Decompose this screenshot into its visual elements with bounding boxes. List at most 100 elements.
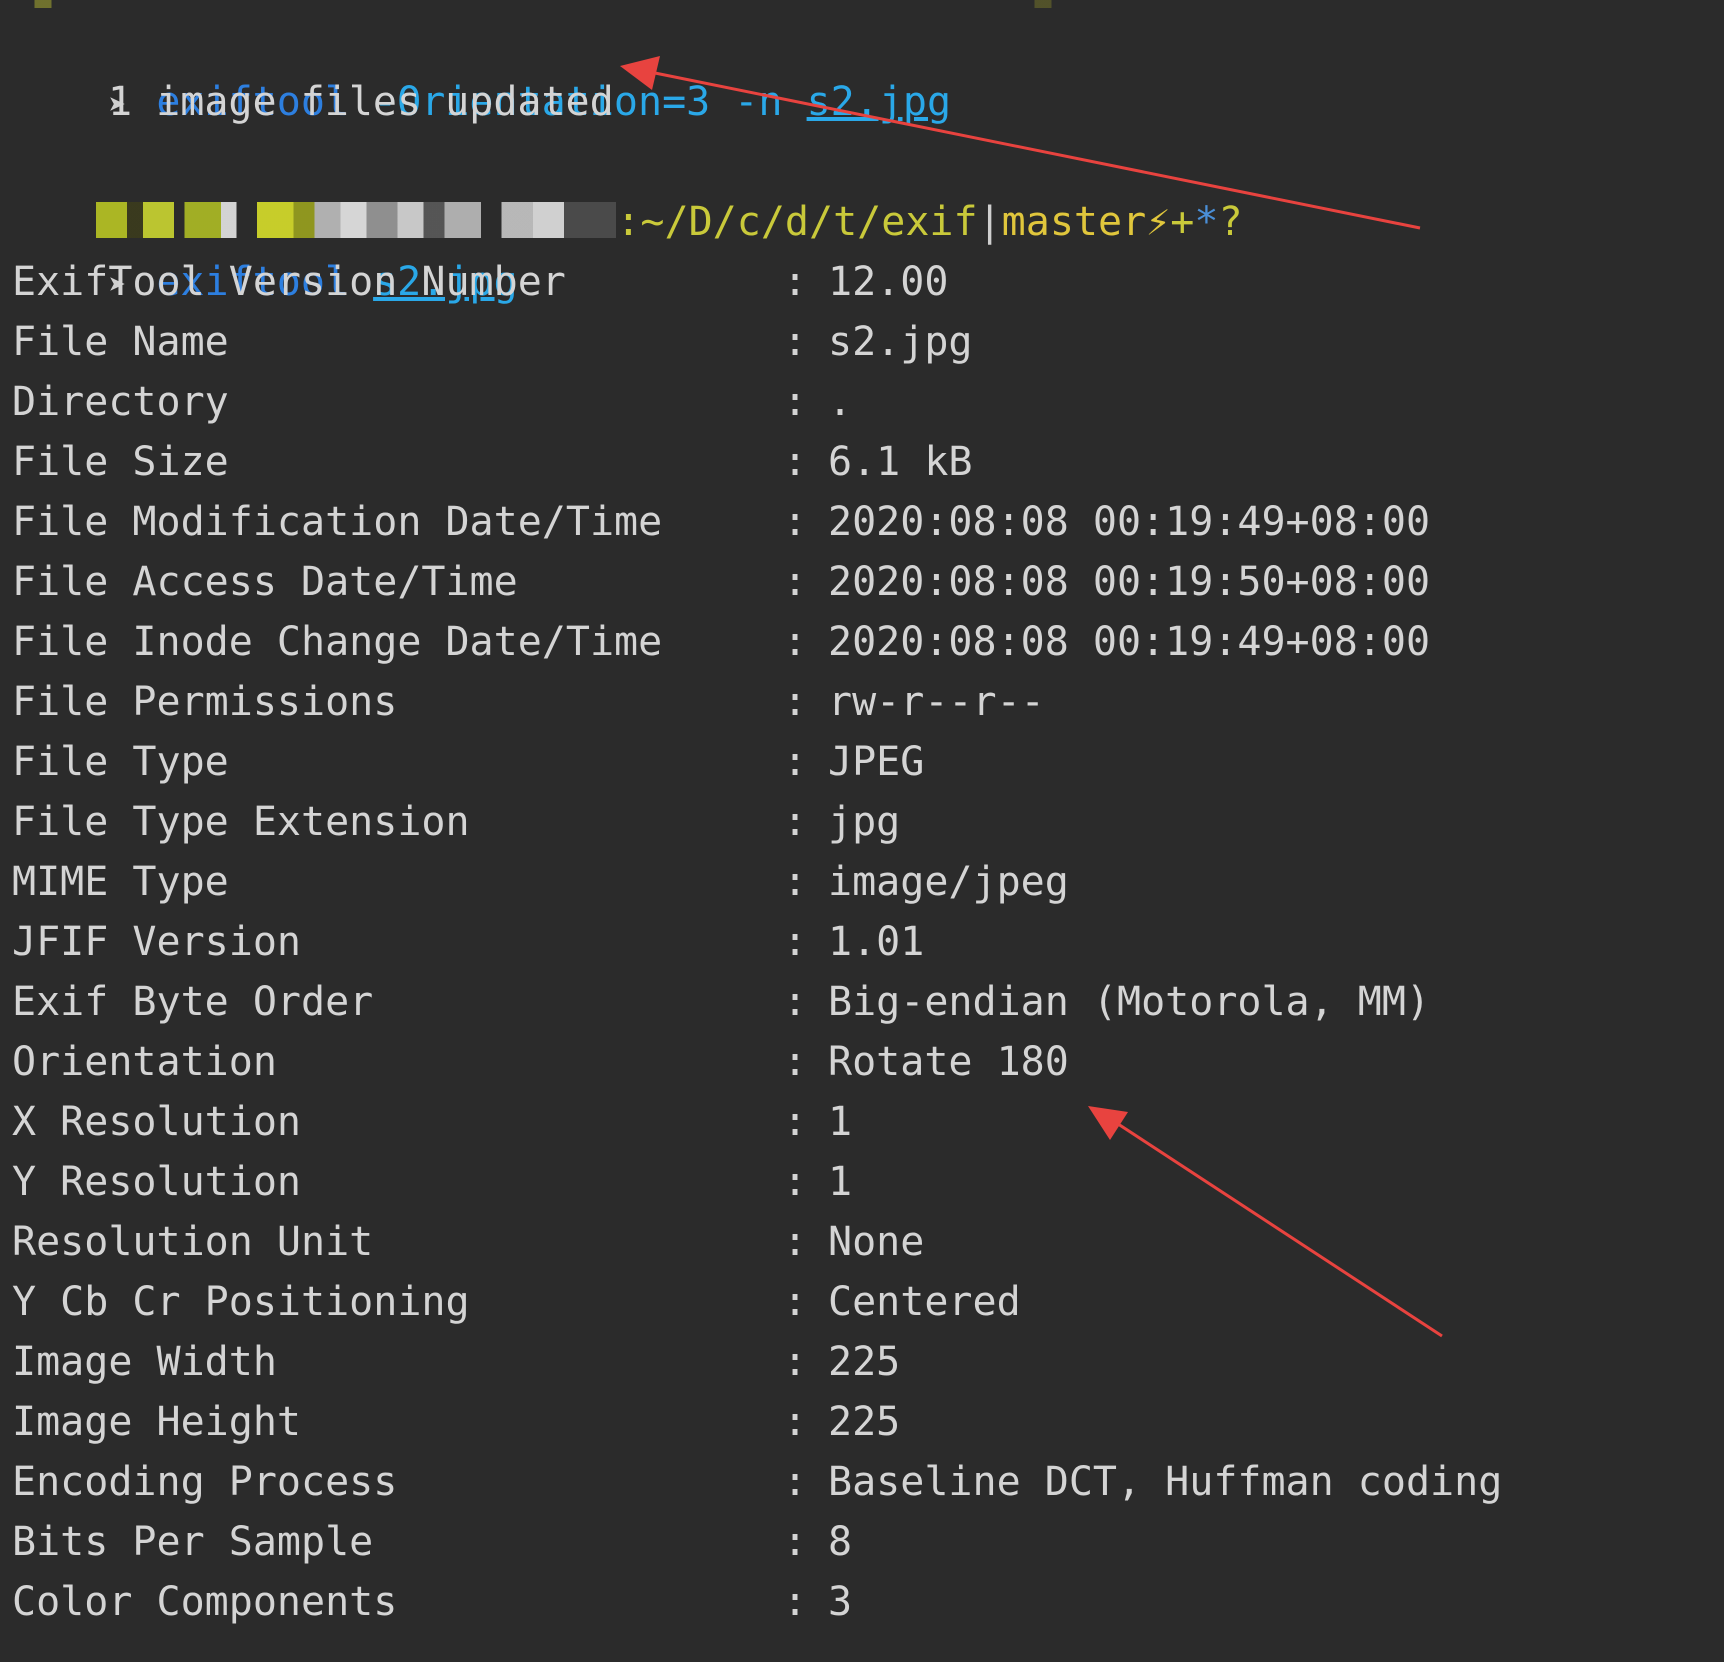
exif-row: File Permissions: rw-r--r-- [0,672,1724,732]
exif-row: Image Height:225 [0,1392,1724,1452]
exif-row: Image Width:225 [0,1332,1724,1392]
exif-separator: : [783,1159,808,1205]
exif-key: File Access Date/Time [12,559,518,605]
exif-separator: : [783,439,808,485]
exif-row: Y Resolution:1 [0,1152,1724,1212]
exif-key: Exif Byte Order [12,979,374,1025]
exif-value: 1 [828,1099,853,1145]
lightning-icon: ⚡ [1146,199,1171,245]
exif-key: File Modification Date/Time [12,499,663,545]
exif-value: 225 [828,1399,901,1445]
exif-separator: : [783,739,808,785]
exif-separator: : [783,1039,808,1085]
exif-value: 3 [828,1579,853,1625]
exif-value: image/jpeg [828,859,1069,905]
exif-row: Encoding Process: Baseline DCT, Huffman c… [0,1452,1724,1512]
exif-value: 8 [828,1519,853,1565]
exif-separator: : [783,259,808,305]
exif-key: File Type [12,739,229,785]
exif-key: Directory [12,379,229,425]
exif-row: JFIF Version:1.01 [0,912,1724,972]
exif-row: Y Cb Cr Positioning: Centered [0,1272,1724,1332]
git-staged-indicator: + [1170,199,1195,245]
exif-key: File Permissions [12,679,398,725]
exif-value: jpg [828,799,901,845]
exif-value: Baseline DCT, Huffman coding [828,1459,1503,1505]
exif-key: ExifTool Version Number [12,259,566,305]
exif-value: 1 [828,1159,853,1205]
exif-value: . [828,379,853,425]
exif-separator: : [783,619,808,665]
exif-row: X Resolution:1 [0,1092,1724,1152]
exif-value: 2020:08:08 00:19:49+08:00 [828,499,1431,545]
exif-row: ExifTool Version Number:12.00 [0,252,1724,312]
git-branch: master [1001,199,1147,245]
exif-value: s2.jpg [828,319,973,365]
exif-value: 2020:08:08 00:19:49+08:00 [828,619,1431,665]
exif-row: Orientation: Rotate 180 [0,1032,1724,1092]
exif-separator: : [783,799,808,845]
exif-separator: : [783,1279,808,1325]
git-dirty-indicator: * [1194,199,1219,245]
exif-value: 1.01 [828,919,925,965]
previous-output-cutoff [0,0,1724,8]
exif-key: X Resolution [12,1099,301,1145]
exif-value: None [828,1219,925,1265]
exif-row: File Name: s2.jpg [0,312,1724,372]
exif-separator: : [783,1099,808,1145]
exif-separator: : [783,379,808,425]
exif-key: File Inode Change Date/Time [12,619,663,665]
exif-row: File Modification Date/Time:2020:08:08 0… [0,492,1724,552]
exif-row: MIME Type: image/jpeg [0,852,1724,912]
exif-separator: : [783,1579,808,1625]
exif-key: Color Components [12,1579,398,1625]
exif-key: File Type Extension [12,799,470,845]
terminal-window[interactable]: ➤ exiftool -Orientation=3 -n s2.jpg 1 ima… [0,0,1724,1662]
prompt-separator: | [977,199,1002,245]
exif-key: MIME Type [12,859,229,905]
exif-value: Rotate 180 [828,1039,1069,1085]
exif-key: JFIF Version [12,919,301,965]
exif-row: File Access Date/Time:2020:08:08 00:19:5… [0,552,1724,612]
exif-separator: : [783,679,808,725]
exif-separator: : [783,979,808,1025]
exif-value: 225 [828,1339,901,1385]
exif-separator: : [783,559,808,605]
exif-separator: : [783,1219,808,1265]
exif-separator: : [783,919,808,965]
exif-row: File Type Extension: jpg [0,792,1724,852]
exif-value: Centered [828,1279,1021,1325]
exif-key: Y Cb Cr Positioning [12,1279,470,1325]
exif-row: Color Components:3 [0,1572,1724,1632]
exif-separator: : [783,319,808,365]
command-line-2: ➤ exiftool s2.jpg [12,192,517,305]
exif-value: rw-r--r-- [828,679,1045,725]
exif-row: Directory:. [0,372,1724,432]
exif-row: Exif Byte Order: Big-endian (Motorola, MM… [0,972,1724,1032]
command-output: 1 image files updated [108,79,614,125]
exif-key: Image Height [12,1399,301,1445]
exif-row: File Type: JPEG [0,732,1724,792]
exif-separator: : [783,1459,808,1505]
exif-separator: : [783,1519,808,1565]
exif-separator: : [783,1339,808,1385]
exif-row: Bits Per Sample:8 [0,1512,1724,1572]
exif-separator: : [783,859,808,905]
command-line-1: ➤ exiftool -Orientation=3 -n s2.jpg [12,12,951,125]
exif-key: Bits Per Sample [12,1519,374,1565]
exif-value: 2020:08:08 00:19:50+08:00 [828,559,1431,605]
exif-row: File Size:6.1 kB [0,432,1724,492]
exif-key: File Size [12,439,229,485]
exif-row: Resolution Unit: None [0,1212,1724,1272]
git-untracked-indicator: ? [1218,199,1243,245]
exif-value: 12.00 [828,259,949,305]
exif-key: Image Width [12,1339,277,1385]
shell-prompt-line: :~/D/c/d/t/exif|master⚡+*? [0,132,1243,245]
exif-separator: : [783,1399,808,1445]
exif-key: File Name [12,319,229,365]
exif-row: File Inode Change Date/Time:2020:08:08 0… [0,612,1724,672]
exif-key: Encoding Process [12,1459,398,1505]
exif-key: Resolution Unit [12,1219,374,1265]
exif-value: 6.1 kB [828,439,973,485]
file-link[interactable]: s2.jpg [807,79,952,125]
